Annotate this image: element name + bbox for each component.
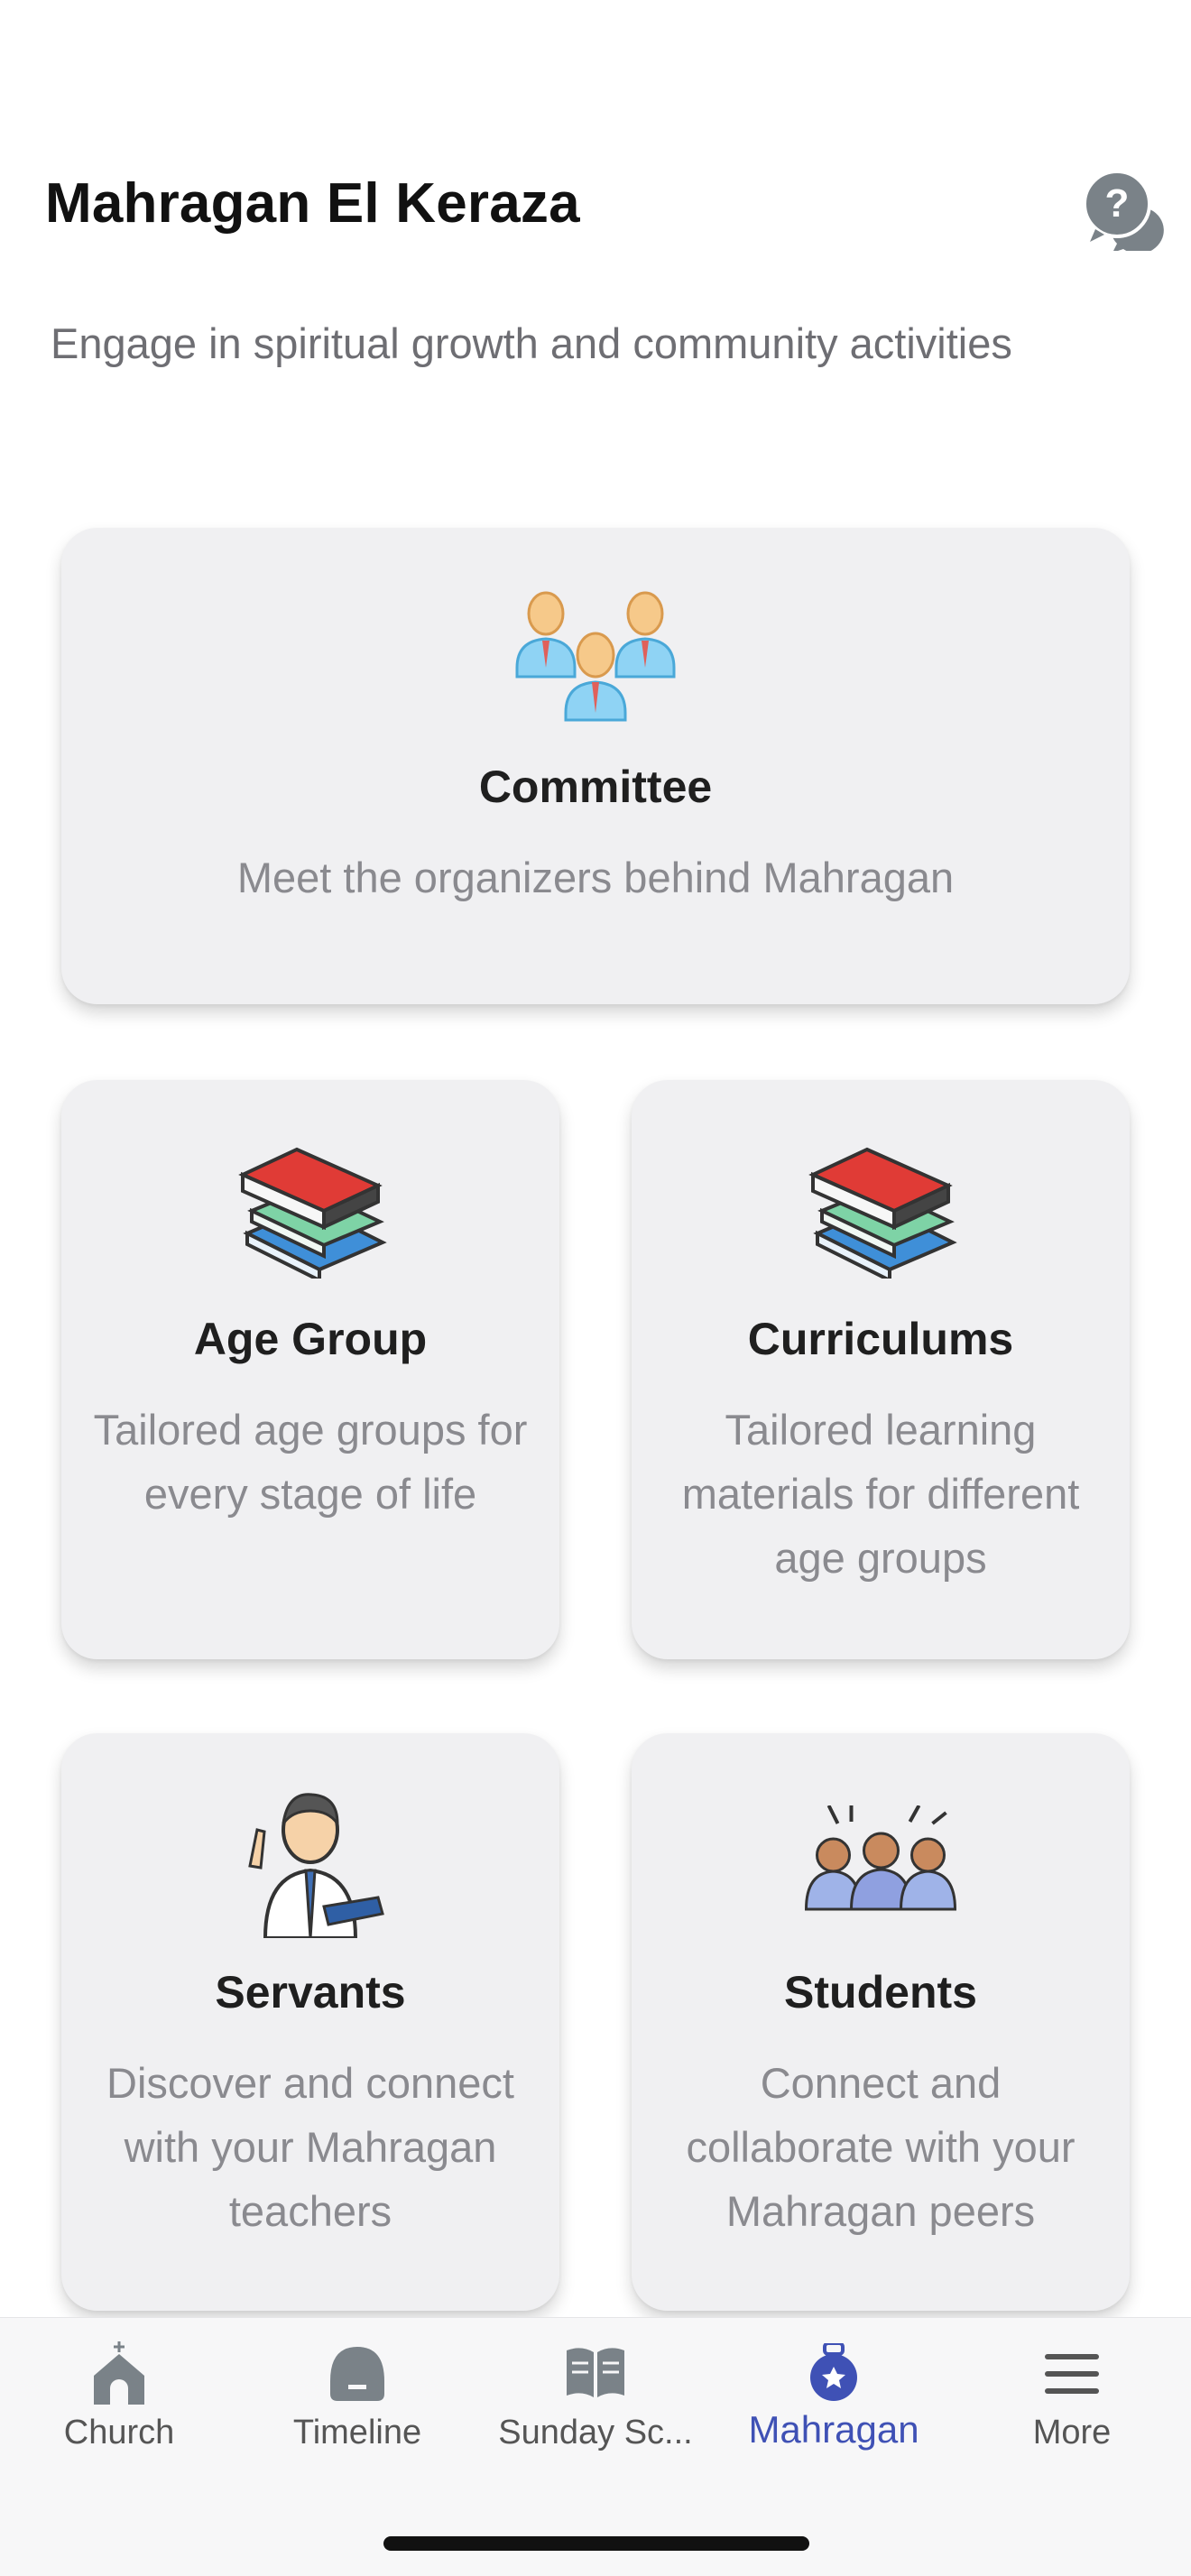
curriculums-card[interactable]: Curriculums Tailored learning materials … [632,1080,1130,1659]
home-indicator [383,2536,809,2551]
servants-description: Discover and connect with your Mahragan … [106,2059,514,2235]
tab-mahragan-label: Mahragan [748,2408,919,2451]
svg-text:?: ? [1105,181,1130,226]
age-group-card[interactable]: Age Group Tailored age groups for every … [61,1080,559,1659]
help-chat-icon: ? [1083,170,1164,254]
tab-more-label: More [1032,2414,1112,2451]
tab-church-label: Church [63,2414,175,2451]
age-group-description: Tailored age groups for every stage of l… [93,1406,528,1518]
tab-church[interactable]: Church [0,2318,238,2498]
teacher-icon [234,1780,387,1943]
committee-description: Meet the organizers behind Mahragan [236,854,955,901]
tab-timeline[interactable]: Timeline [238,2318,476,2498]
books-stack-icon [804,1134,957,1284]
page-title: Mahragan El Keraza [45,172,580,235]
students-description: Connect and collaborate with your Mahrag… [686,2059,1076,2235]
tab-more[interactable]: More [953,2318,1191,2498]
tab-mahragan[interactable]: Mahragan [715,2318,953,2498]
curriculums-description: Tailored learning materials for differen… [681,1406,1080,1582]
committee-people-icon [510,586,681,726]
curriculums-title: Curriculums [747,1314,1014,1364]
page-subtitle: Engage in spiritual growth and community… [51,319,1012,367]
committee-title: Committee [478,762,713,812]
tab-sunday-school[interactable]: Sunday Sc... [476,2318,715,2498]
servants-card[interactable]: Servants Discover and connect with your … [61,1733,559,2311]
students-card[interactable]: Students Connect and collaborate with yo… [632,1733,1130,2311]
help-chat-button[interactable]: ? [1083,170,1168,254]
servants-title: Servants [215,1967,406,2017]
age-group-title: Age Group [193,1314,428,1364]
students-title: Students [784,1967,977,2017]
timeline-icon [330,2347,384,2401]
tab-timeline-label: Timeline [292,2414,422,2451]
tab-sunday-school-label: Sunday Sc... [498,2414,693,2451]
church-icon [94,2341,144,2405]
students-icon [802,1805,960,1918]
open-book-icon [567,2348,624,2397]
books-stack-icon [234,1134,387,1284]
committee-card[interactable]: Committee Meet the organizers behind Mah… [61,528,1130,1004]
mahragan-icon [810,2343,857,2401]
menu-icon [1045,2354,1099,2394]
